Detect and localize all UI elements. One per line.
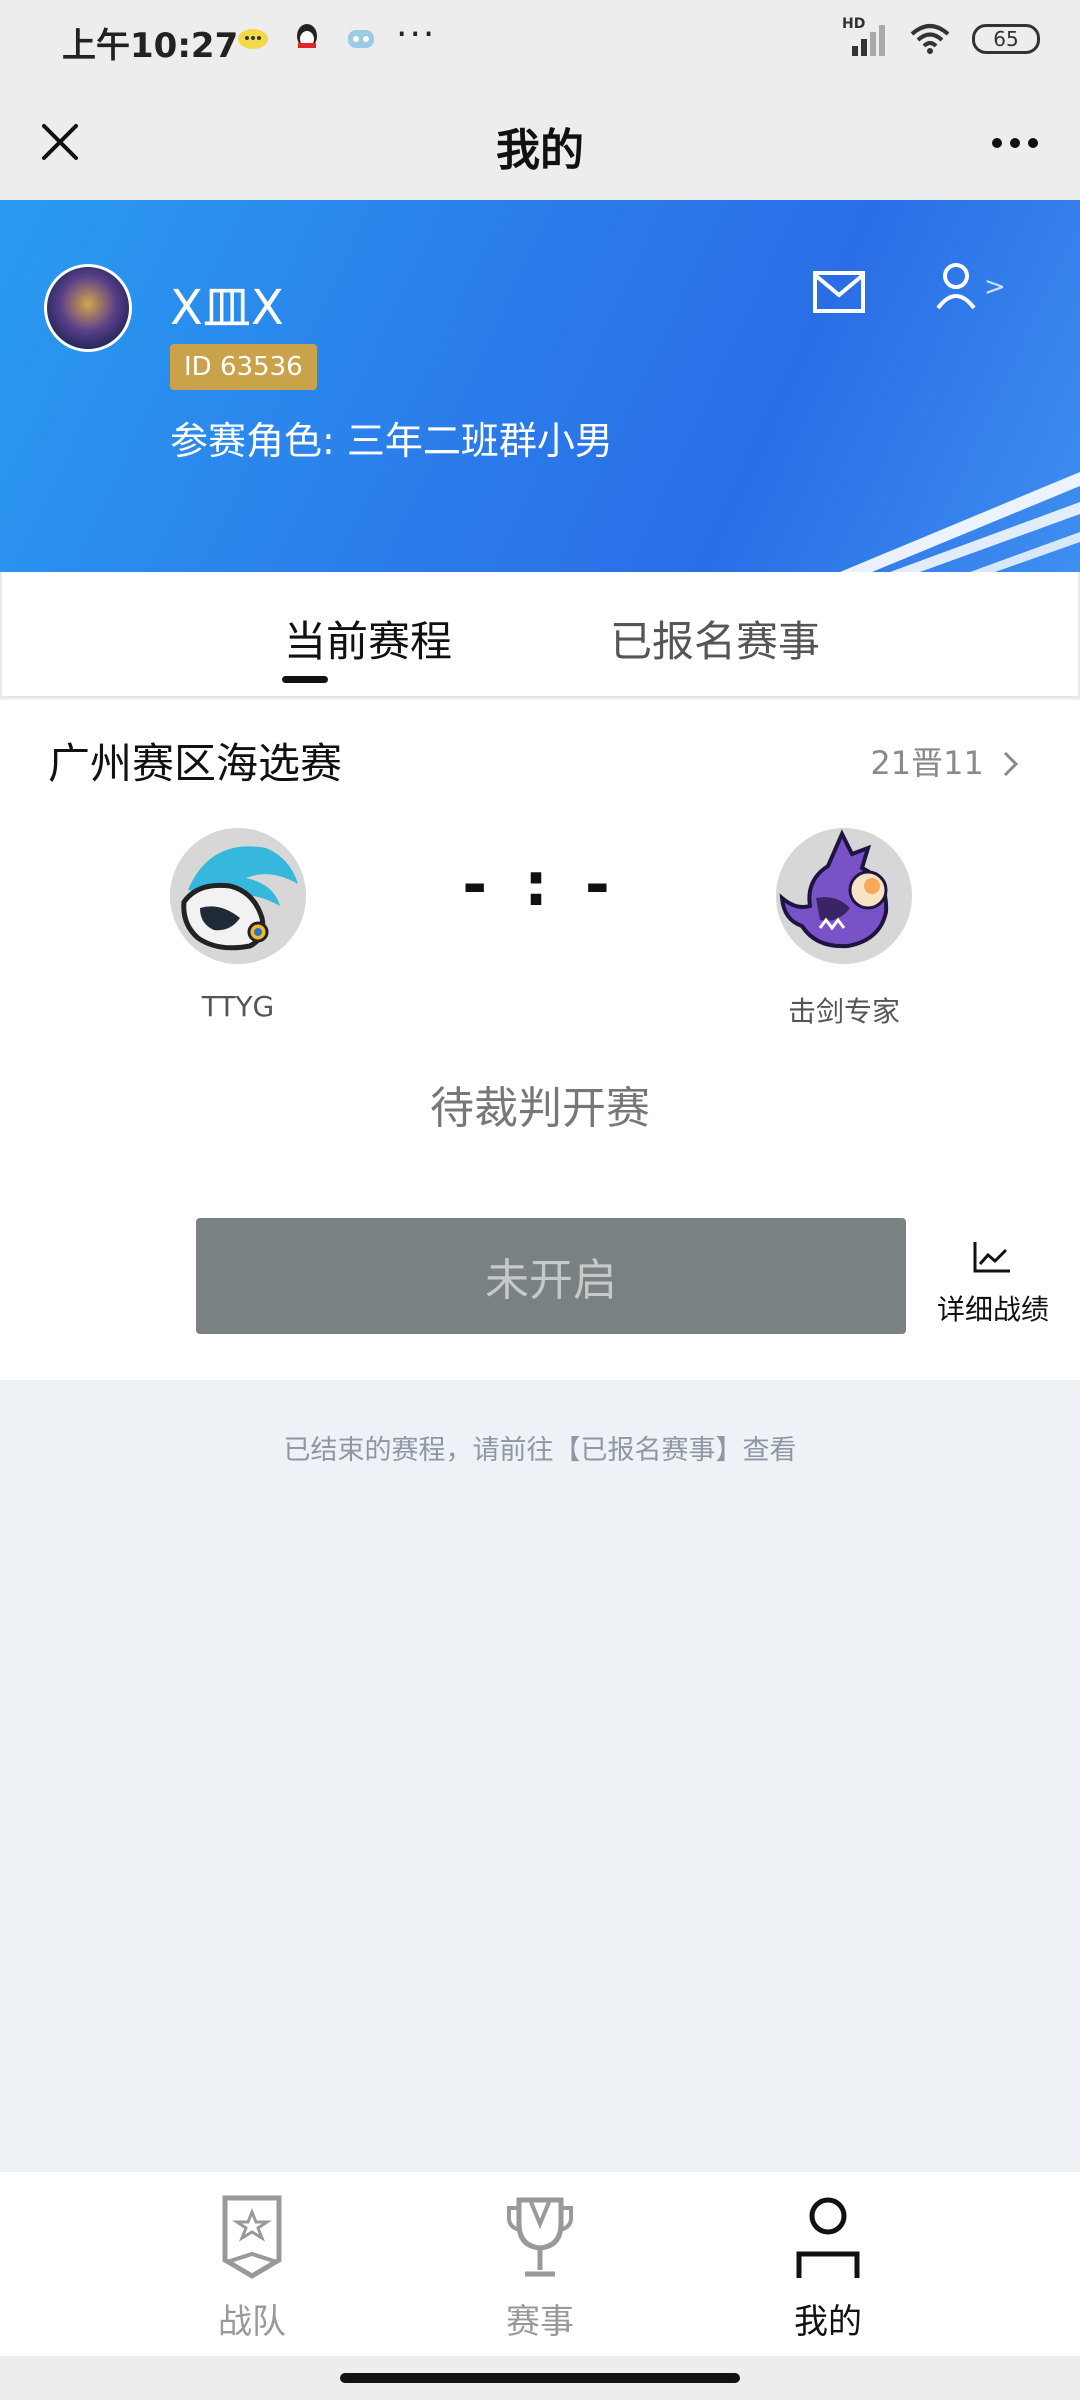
status-right: HD 65 bbox=[842, 16, 1040, 56]
team-name-left: TTYG bbox=[201, 990, 275, 1023]
tab-current-schedule[interactable]: 当前赛程 bbox=[284, 608, 452, 669]
status-more-icon: ··· bbox=[396, 14, 437, 55]
more-options-button[interactable] bbox=[980, 118, 1050, 168]
profile-banner: X皿X ID 63536 参赛角色: 三年二班群小男 > bbox=[0, 200, 1080, 572]
tab-registered-events[interactable]: 已报名赛事 bbox=[610, 608, 820, 669]
notification-icons bbox=[236, 22, 378, 56]
tab-active-indicator bbox=[282, 676, 328, 683]
mail-icon[interactable] bbox=[812, 270, 866, 314]
participant-role: 参赛角色: 三年二班群小男 bbox=[170, 419, 613, 463]
team-name-right: 击剑专家 bbox=[787, 995, 900, 1028]
avatar[interactable] bbox=[44, 264, 132, 352]
user-icon bbox=[796, 2197, 860, 2278]
nav-label-mine: 我的 bbox=[794, 2302, 862, 2342]
nav-item-team[interactable]: 战队 bbox=[162, 2194, 342, 2344]
user-icon bbox=[936, 263, 976, 310]
nav-label-events: 赛事 bbox=[506, 2302, 574, 2342]
network-type: HD bbox=[842, 16, 866, 32]
match-status: 待裁判开赛 bbox=[430, 1083, 650, 1134]
team-shield-icon bbox=[222, 2195, 282, 2279]
more-icon-dot bbox=[1028, 138, 1038, 148]
home-indicator[interactable] bbox=[340, 2373, 740, 2383]
nav-item-mine[interactable]: 我的 bbox=[738, 2194, 918, 2344]
chat-notification-icon bbox=[236, 22, 270, 56]
status-bar: 上午10:27 ··· HD 65 bbox=[0, 0, 1080, 84]
match-title: 广州赛区海选赛 bbox=[48, 739, 343, 788]
banner-decoration bbox=[840, 472, 1080, 572]
ended-schedule-note: 已结束的赛程，请前往【已报名赛事】查看 bbox=[283, 1435, 797, 1466]
wifi-icon bbox=[910, 24, 950, 54]
page-title: 我的 bbox=[496, 125, 584, 176]
start-match-button[interactable]: 未开启 bbox=[196, 1218, 906, 1334]
battery-icon: 65 bbox=[972, 24, 1040, 54]
team-dragon-icon bbox=[776, 828, 912, 964]
match-progress-link[interactable]: 21晋11 bbox=[870, 738, 1020, 784]
profile-button[interactable]: > bbox=[934, 262, 1006, 314]
match-progress-text: 21晋11 bbox=[870, 744, 984, 782]
signal-icon: HD bbox=[842, 16, 888, 56]
nav-item-events[interactable]: 赛事 bbox=[450, 2194, 630, 2344]
more-icon-dot bbox=[1010, 138, 1020, 148]
chevron-right-icon bbox=[1003, 751, 1019, 777]
detailed-stats-label: 详细战绩 bbox=[936, 1293, 1049, 1326]
tab-bar: 当前赛程 已报名赛事 bbox=[0, 572, 1080, 698]
detailed-stats-button[interactable]: 详细战绩 bbox=[928, 1230, 1058, 1330]
user-name: X皿X bbox=[170, 280, 284, 336]
status-time: 上午10:27 bbox=[62, 26, 239, 66]
nav-label-team: 战队 bbox=[218, 2302, 286, 2342]
system-nav-bar bbox=[0, 2356, 1080, 2400]
user-id-badge: ID 63536 bbox=[170, 344, 317, 390]
more-icon-dot bbox=[992, 138, 1002, 148]
header: 我的 bbox=[0, 84, 1080, 200]
bottom-nav: 战队 赛事 我的 bbox=[0, 2172, 1080, 2356]
match-card: 广州赛区海选赛 21晋11 TTYG - : - 击剑专家 待裁判开赛 未开启 bbox=[0, 700, 1080, 1380]
trophy-icon bbox=[507, 2197, 573, 2277]
chevron-right-icon: > bbox=[984, 272, 1006, 302]
line-chart-icon bbox=[973, 1242, 1010, 1273]
team-logo-right[interactable] bbox=[776, 828, 912, 964]
match-score: - : - bbox=[462, 850, 618, 920]
app-notification-icon bbox=[344, 22, 378, 56]
qq-notification-icon bbox=[290, 22, 324, 56]
